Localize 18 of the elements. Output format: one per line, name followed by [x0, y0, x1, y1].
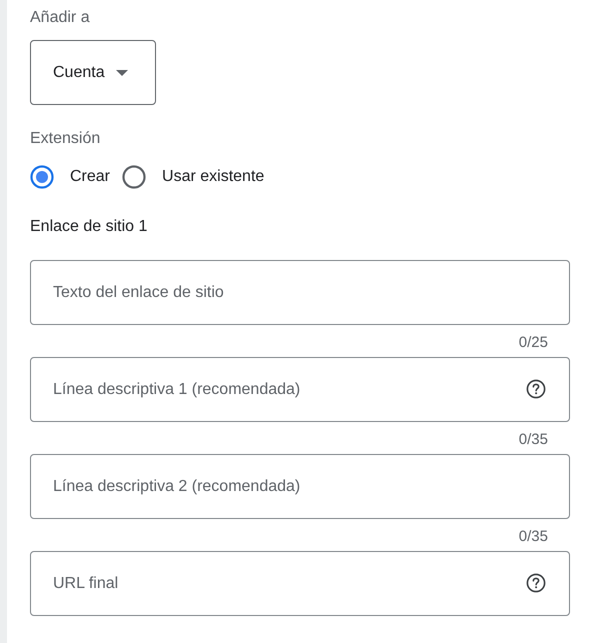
help-icon[interactable] [526, 573, 546, 593]
radio-unselected-icon[interactable] [122, 165, 146, 189]
help-icon[interactable] [526, 379, 546, 399]
section-title: Enlace de sitio 1 [30, 217, 148, 237]
radio-option[interactable]: Usar existente [122, 165, 264, 189]
account-dropdown[interactable]: Cuenta [30, 40, 156, 105]
caret-icon [116, 70, 128, 76]
character-counter: 0/25 [518, 333, 548, 353]
radio-option[interactable]: Crear [30, 165, 110, 189]
section-label: Extensión [30, 129, 100, 149]
radio-selected-icon[interactable] [30, 165, 54, 189]
section-label: Añadir a [30, 8, 90, 28]
input-field[interactable]: Texto del enlace de sitio [30, 260, 570, 325]
input-field[interactable]: Línea descriptiva 2 (recomendada) [30, 454, 570, 519]
input-field[interactable]: URL final [30, 551, 570, 616]
character-counter: 0/35 [518, 430, 548, 450]
character-counter: 0/35 [518, 527, 548, 547]
input-field[interactable]: Línea descriptiva 1 (recomendada) [30, 357, 570, 422]
